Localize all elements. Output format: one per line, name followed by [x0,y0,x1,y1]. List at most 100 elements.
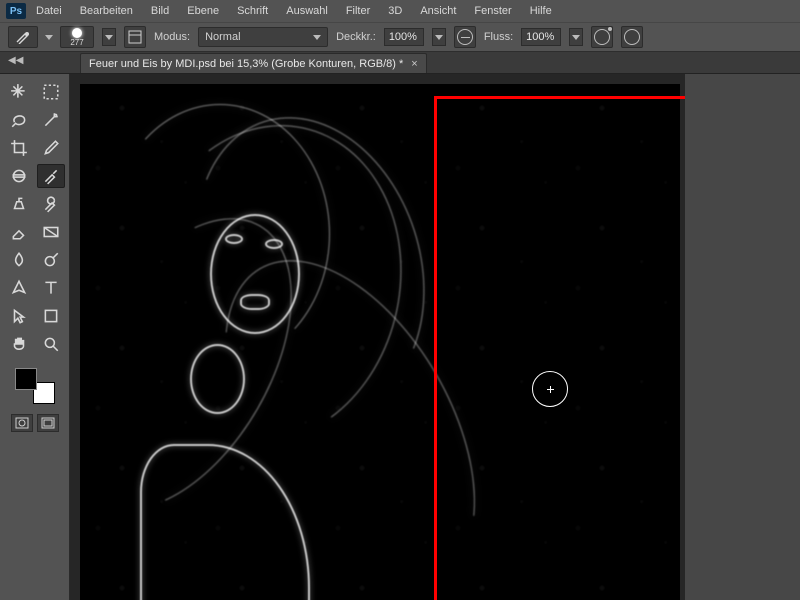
brush-tool-icon [42,167,60,185]
tool-preset-picker[interactable] [8,26,38,48]
pen-tool-icon [10,279,28,297]
lasso-tool[interactable] [5,108,33,132]
annotation-red-box [434,96,685,600]
document-tab[interactable]: Feuer und Eis by MDI.psd bei 15,3% (Grob… [80,53,427,73]
document-tab-strip: ◀◀ Feuer und Eis by MDI.psd bei 15,3% (G… [0,52,800,74]
foreground-color-swatch[interactable] [15,368,37,390]
gradient-tool-icon [42,223,60,241]
flow-dropdown[interactable] [569,28,583,46]
zoom-tool-icon [42,335,60,353]
hand-tool[interactable] [5,332,33,356]
lasso-tool-icon [10,111,28,129]
workspace [0,74,800,600]
screen-mode-toggle[interactable] [37,414,59,432]
blend-mode-label: Modus: [154,31,190,43]
brush-icon [15,30,31,44]
chevron-down-icon [435,35,443,40]
menu-view[interactable]: Ansicht [420,5,456,17]
document-tab-title: Feuer und Eis by MDI.psd bei 15,3% (Grob… [89,58,403,70]
clone-stamp-tool[interactable] [5,192,33,216]
canvas-artwork [80,84,400,600]
crop-tool[interactable] [5,136,33,160]
move-tool-icon [10,83,28,101]
healing-brush-tool[interactable] [5,164,33,188]
brush-panel-toggle[interactable] [124,26,146,48]
menu-help[interactable]: Hilfe [530,5,552,17]
chevron-down-icon [313,35,321,40]
clone-stamp-tool-icon [10,195,28,213]
opacity-dropdown[interactable] [432,28,446,46]
chevron-down-icon [105,35,113,40]
eyedropper-tool-icon [42,139,60,157]
menu-image[interactable]: Bild [151,5,169,17]
options-bar: 277 Modus: Normal Deckkr.: 100% Fluss: 1… [0,22,800,52]
path-selection-tool-icon [10,307,28,325]
menu-select[interactable]: Auswahl [286,5,328,17]
size-pressure-toggle[interactable] [621,26,643,48]
hand-tool-icon [10,335,28,353]
magic-wand-tool-icon [42,111,60,129]
quick-mask-toggle[interactable] [11,414,33,432]
dodge-tool-icon [42,251,60,269]
app-logo: Ps [6,3,26,19]
menu-layer[interactable]: Ebene [187,5,219,17]
zoom-tool[interactable] [37,332,65,356]
opacity-field[interactable]: 100% [384,28,424,46]
brush-tool[interactable] [37,164,65,188]
dodge-tool[interactable] [37,248,65,272]
gradient-tool[interactable] [37,220,65,244]
airbrush-toggle[interactable] [591,26,613,48]
opacity-label: Deckkr.: [336,31,376,43]
chevron-down-icon [572,35,580,40]
menu-type[interactable]: Schrift [237,5,268,17]
menu-bar: Ps Datei Bearbeiten Bild Ebene Schrift A… [0,0,800,22]
rectangle-tool[interactable] [37,304,65,328]
right-panel-area [685,74,800,600]
quick-mask-icon [15,417,29,429]
brush-cursor-icon [532,371,568,407]
menu-3d[interactable]: 3D [388,5,402,17]
move-tool[interactable] [5,80,33,104]
menu-edit[interactable]: Bearbeiten [80,5,133,17]
healing-brush-tool-icon [10,167,28,185]
brush-preview-icon [72,28,82,38]
opacity-pressure-toggle[interactable] [454,26,476,48]
eyedropper-tool[interactable] [37,136,65,160]
blend-mode-value: Normal [205,31,240,43]
pen-tool[interactable] [5,276,33,300]
collapse-panels-icon[interactable]: ◀◀ [8,55,23,66]
blur-tool[interactable] [5,248,33,272]
marquee-tool-icon [42,83,60,101]
color-swatches[interactable] [15,368,55,404]
marquee-tool[interactable] [37,80,65,104]
brush-panel-icon [128,30,142,44]
eraser-tool[interactable] [5,220,33,244]
brush-preset-picker[interactable]: 277 [60,26,94,48]
blur-tool-icon [10,251,28,269]
menu-file[interactable]: Datei [36,5,62,17]
eraser-tool-icon [10,223,28,241]
menu-filter[interactable]: Filter [346,5,370,17]
brush-dropdown-button[interactable] [102,28,116,46]
rectangle-tool-icon [42,307,60,325]
airbrush-icon [594,29,610,45]
path-selection-tool[interactable] [5,304,33,328]
blend-mode-select[interactable]: Normal [198,27,328,47]
history-brush-tool[interactable] [37,192,65,216]
target-icon [624,29,640,45]
type-tool[interactable] [37,276,65,300]
canvas-area[interactable] [70,74,685,600]
history-brush-tool-icon [42,195,60,213]
flow-field[interactable]: 100% [521,28,561,46]
crop-tool-icon [10,139,28,157]
pressure-icon [457,29,473,45]
type-tool-icon [42,279,60,297]
menu-window[interactable]: Fenster [474,5,511,17]
tools-panel [0,74,70,600]
close-icon[interactable]: × [411,58,417,70]
separator-icon [46,26,52,48]
flow-label: Fluss: [484,31,513,43]
document-canvas[interactable] [80,84,680,600]
magic-wand-tool[interactable] [37,108,65,132]
screen-mode-icon [41,417,55,429]
